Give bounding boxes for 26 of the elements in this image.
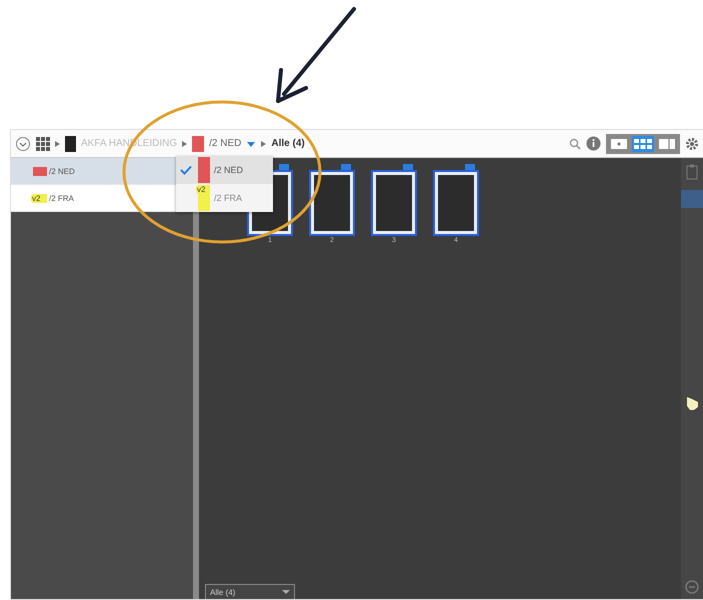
document-thumbnail [65, 136, 76, 152]
page-badge-icon [279, 164, 289, 170]
language-selector[interactable]: /2 NED [209, 138, 242, 149]
chevron-icon [182, 140, 188, 146]
filter-selector[interactable]: Alle (4) [271, 138, 305, 149]
expand-icon[interactable] [15, 136, 31, 152]
menu-item[interactable]: /2 NED [176, 156, 273, 184]
page-thumbnail[interactable] [373, 172, 415, 234]
chevron-icon [55, 140, 60, 146]
clipboard-icon[interactable] [686, 164, 698, 180]
search-icon[interactable] [569, 138, 581, 150]
chevron-icon [261, 140, 266, 146]
page-badge-icon [403, 164, 413, 170]
page-badge-icon [341, 164, 351, 170]
page-badge-icon [465, 164, 475, 170]
page-thumbnail[interactable] [311, 172, 353, 234]
caret-icon [282, 589, 290, 595]
page-thumbnail[interactable] [435, 172, 477, 234]
caret-icon[interactable] [246, 140, 256, 148]
grid-icon[interactable] [36, 136, 50, 150]
grid-view-button[interactable] [632, 136, 654, 152]
filter-dropdown[interactable]: Alle (4) [205, 584, 295, 599]
check-icon [180, 165, 192, 175]
settings-icon[interactable] [685, 136, 699, 150]
info-icon[interactable] [586, 136, 601, 151]
zoom-icon[interactable] [684, 579, 700, 595]
